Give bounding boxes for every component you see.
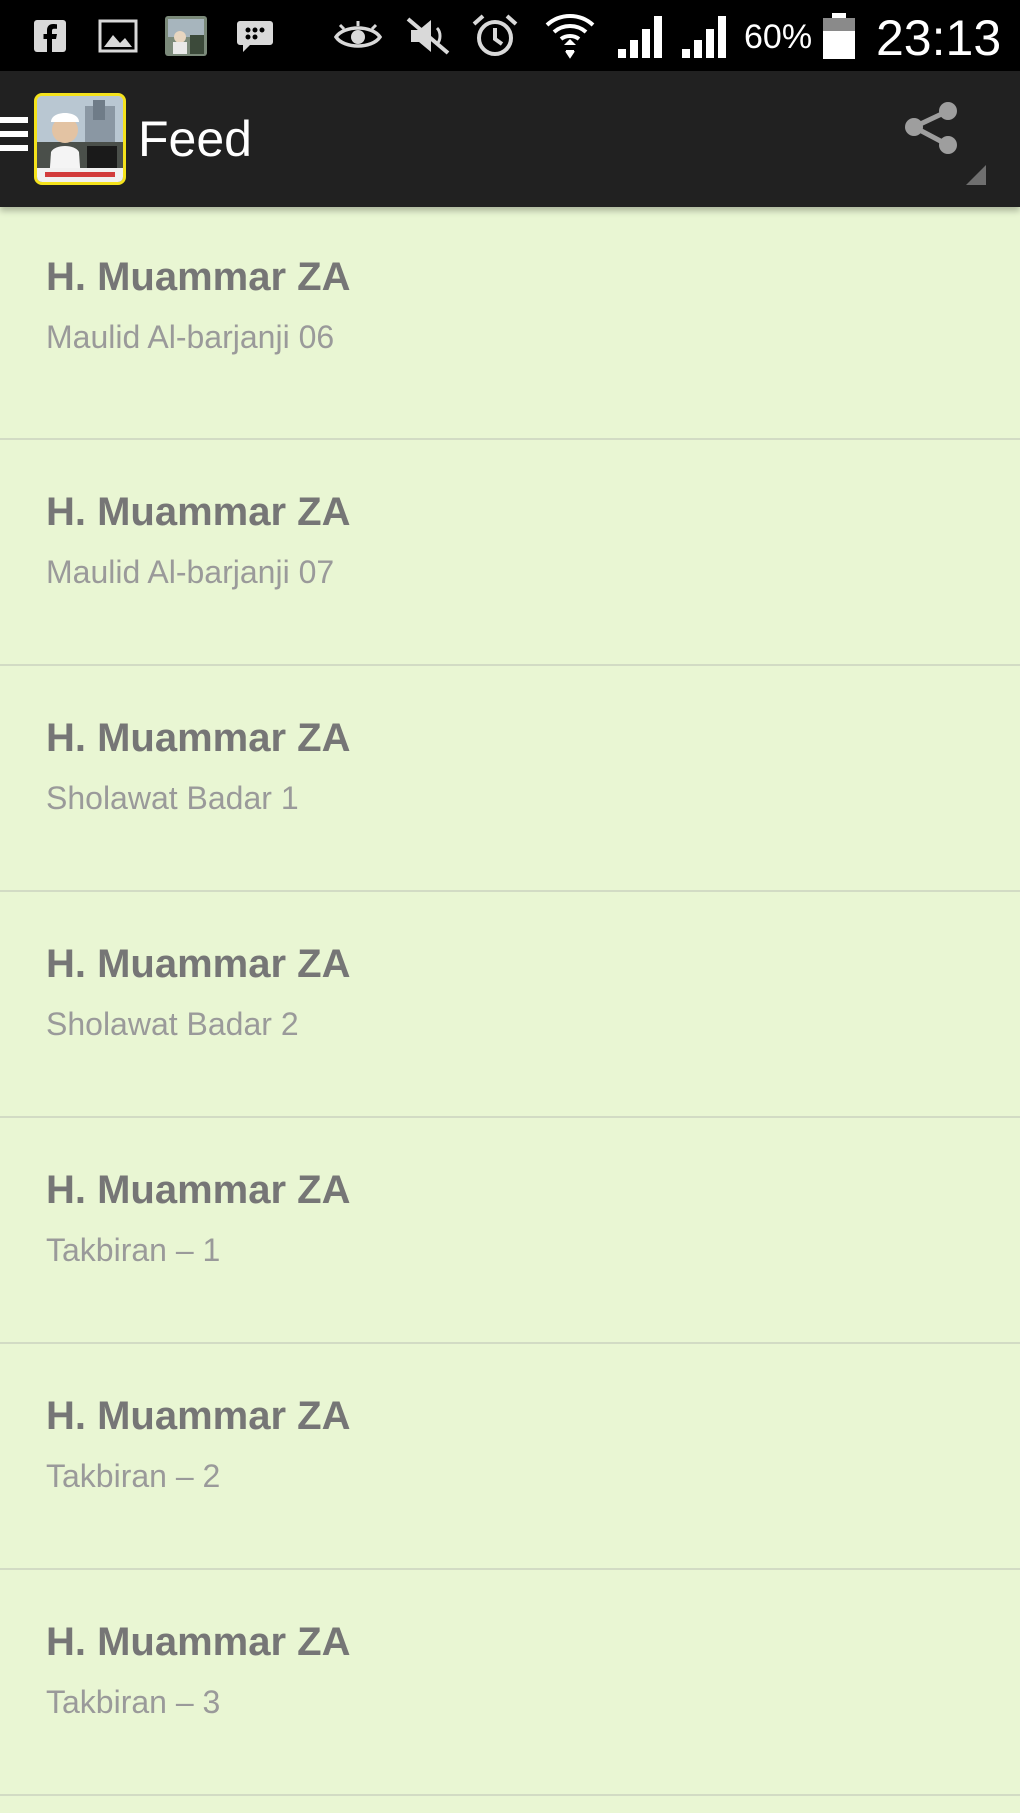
list-item[interactable]: H. Muammar ZA Takbiran – 2 <box>0 1344 1020 1570</box>
item-subtitle: Takbiran – 2 <box>46 1458 221 1494</box>
battery-icon <box>820 0 858 71</box>
item-subtitle: Maulid Al-barjanji 07 <box>46 554 335 590</box>
share-icon[interactable] <box>896 99 986 189</box>
wifi-icon <box>544 0 596 71</box>
item-subtitle: Takbiran – 3 <box>46 1684 221 1720</box>
menu-icon[interactable] <box>0 117 30 161</box>
item-title: H. Muammar ZA <box>46 716 351 760</box>
list-item[interactable]: H. Muammar ZA Sholawat Badar 1 <box>0 666 1020 892</box>
list-item[interactable]: H. Muammar ZA Takbiran – 3 <box>0 1570 1020 1796</box>
battery-percent: 60% <box>744 18 813 56</box>
status-time: 23:13 <box>876 10 1002 66</box>
mute-icon <box>404 0 452 71</box>
item-title: H. Muammar ZA <box>46 1168 351 1212</box>
item-title: H. Muammar ZA <box>46 490 351 534</box>
item-title: H. Muammar ZA <box>46 255 351 299</box>
item-subtitle: Sholawat Badar 2 <box>46 1006 299 1042</box>
item-title: H. Muammar ZA <box>46 942 351 986</box>
list-item[interactable]: H. Muammar ZA Maulid Al-barjanji 06 <box>0 207 1020 440</box>
item-subtitle: Maulid Al-barjanji 06 <box>46 319 335 355</box>
item-subtitle: Takbiran – 1 <box>46 1232 221 1268</box>
alarm-icon <box>470 0 520 71</box>
action-bar: Feed <box>0 71 1020 207</box>
photo-thumbnail-icon <box>164 0 208 71</box>
feed-list: H. Muammar ZA Maulid Al-barjanji 06 H. M… <box>0 207 1020 1796</box>
status-bar: 60% 23:13 <box>0 0 1020 71</box>
list-item[interactable]: H. Muammar ZA Maulid Al-barjanji 07 <box>0 440 1020 666</box>
list-item[interactable]: H. Muammar ZA Sholawat Badar 2 <box>0 892 1020 1118</box>
signal-icon <box>616 0 668 71</box>
page-title: Feed <box>138 111 252 167</box>
facebook-icon <box>32 0 68 71</box>
eye-icon <box>334 0 382 71</box>
signal-icon <box>680 0 732 71</box>
gallery-icon <box>98 0 138 71</box>
app-logo[interactable] <box>34 93 126 185</box>
list-item[interactable]: H. Muammar ZA Takbiran – 1 <box>0 1118 1020 1344</box>
item-title: H. Muammar ZA <box>46 1394 351 1438</box>
item-title: H. Muammar ZA <box>46 1620 351 1664</box>
item-subtitle: Sholawat Badar 1 <box>46 780 299 816</box>
bbm-icon <box>236 0 274 71</box>
